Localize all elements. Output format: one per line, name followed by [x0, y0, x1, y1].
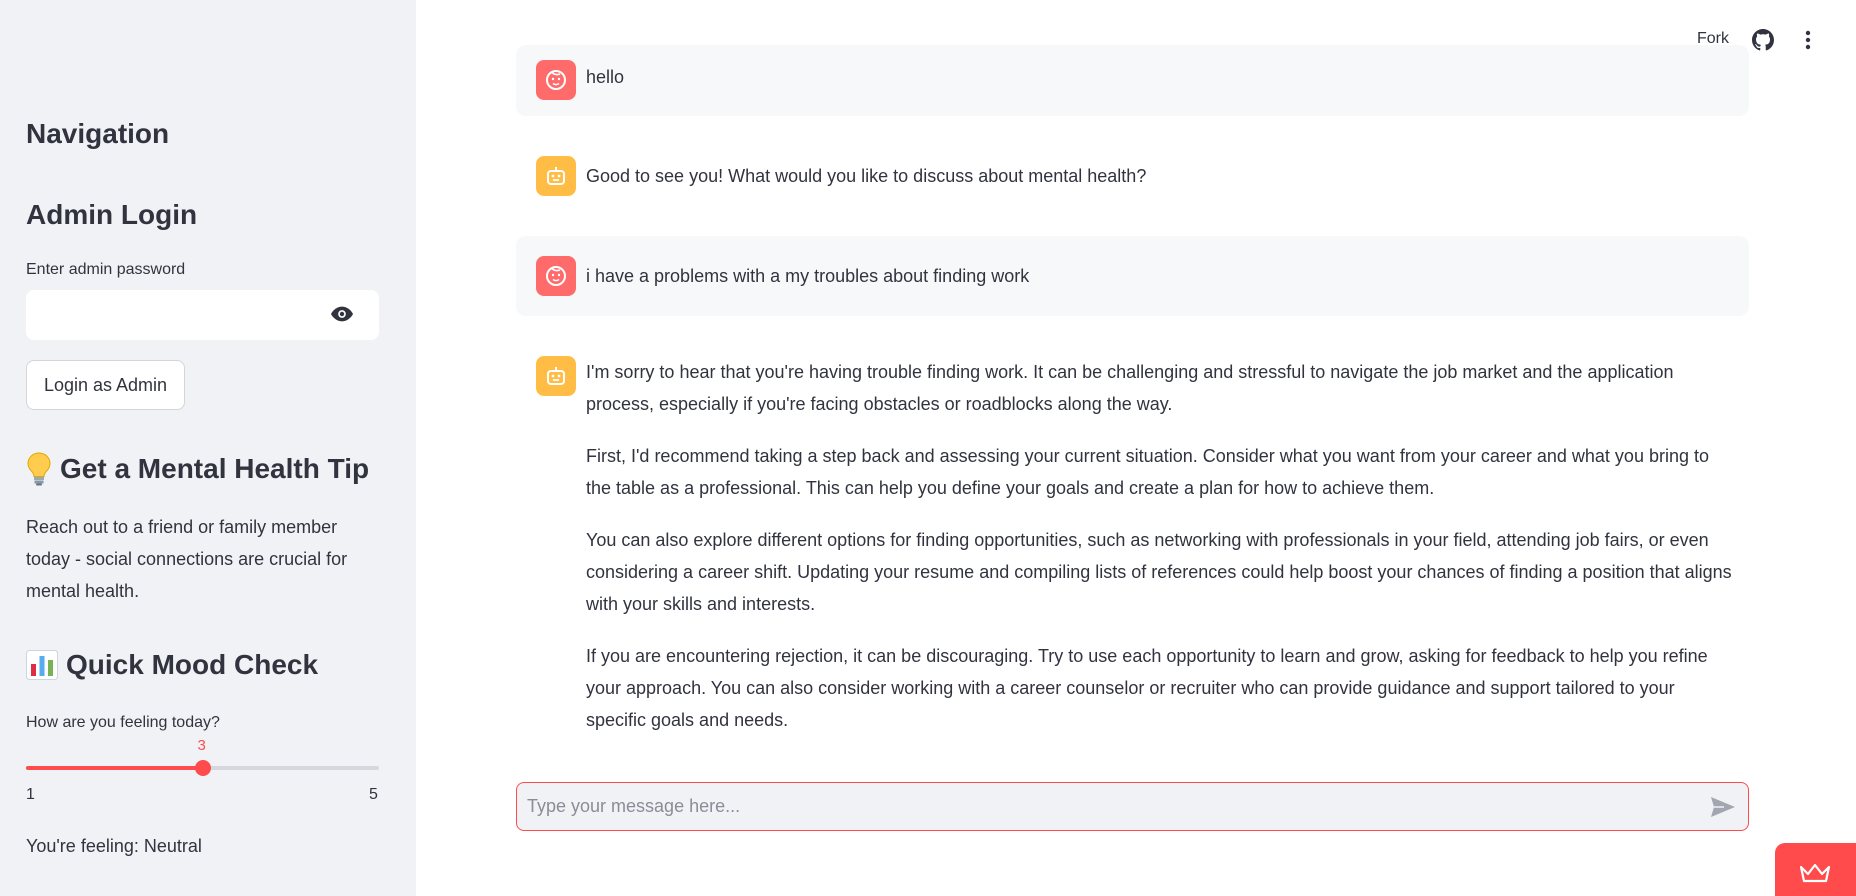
robot-icon — [547, 367, 565, 385]
tip-text: Reach out to a friend or family member t… — [26, 517, 348, 601]
slider-value: 3 — [197, 737, 206, 754]
message-text: Good to see you! What would you like to … — [586, 166, 1147, 186]
bar-chart-icon — [26, 650, 58, 680]
slider-fill — [26, 766, 203, 770]
tip-title: Get a Mental Health Tip — [60, 453, 370, 484]
message-text: I'm sorry to hear that you're having tro… — [586, 356, 1735, 756]
mood-question-label: How are you feeling today? — [26, 714, 220, 731]
message-paragraph: If you are encountering rejection, it ca… — [586, 646, 1708, 730]
message-paragraph: First, I'd recommend taking a step back … — [586, 446, 1709, 498]
navigation-heading: Navigation — [26, 118, 170, 149]
robot-icon — [547, 167, 565, 185]
assistant-avatar — [536, 156, 576, 196]
chat-input-box[interactable] — [516, 782, 1749, 831]
admin-login-heading: Admin Login — [26, 199, 198, 230]
feeling-text: You're feeling: Neutral — [26, 836, 202, 856]
chat-message-assistant: I'm sorry to hear that you're having tro… — [516, 340, 1749, 750]
message-text: i have a problems with a my troubles abo… — [586, 266, 1030, 286]
login-as-admin-button[interactable]: Login as Admin — [26, 360, 185, 410]
show-password-icon[interactable] — [331, 306, 353, 322]
slider-thumb[interactable] — [194, 760, 211, 776]
mood-slider[interactable] — [26, 760, 379, 776]
password-field[interactable] — [26, 290, 379, 340]
user-face-icon — [546, 70, 566, 90]
assistant-avatar — [536, 356, 576, 396]
mood-title: Quick Mood Check — [66, 649, 319, 680]
send-icon[interactable] — [1710, 796, 1736, 818]
chat-message-user: hello — [516, 45, 1749, 116]
lightbulb-icon — [27, 452, 51, 486]
user-avatar — [536, 256, 576, 296]
chat-message-user: i have a problems with a my troubles abo… — [516, 236, 1749, 316]
password-label: Enter admin password — [26, 261, 186, 278]
slider-max-label: 5 — [369, 786, 378, 803]
chat-input[interactable] — [527, 783, 1687, 830]
github-icon[interactable] — [1752, 29, 1774, 51]
user-avatar — [536, 60, 576, 100]
user-face-icon — [546, 266, 566, 286]
chat-message-assistant: Good to see you! What would you like to … — [516, 140, 1749, 212]
message-paragraph: I'm sorry to hear that you're having tro… — [586, 362, 1674, 414]
mood-check-heading: Quick Mood Check — [26, 649, 318, 681]
message-text: hello — [586, 67, 625, 87]
streamlit-badge[interactable] — [1775, 843, 1856, 896]
more-vertical-icon[interactable] — [1800, 29, 1816, 51]
slider-min-label: 1 — [26, 786, 35, 803]
crown-icon — [1799, 863, 1831, 883]
mental-health-tip-heading: Get a Mental Health Tip — [26, 452, 369, 486]
message-paragraph: You can also explore different options f… — [586, 530, 1732, 614]
sidebar: Navigation Admin Login Enter admin passw… — [0, 0, 416, 896]
